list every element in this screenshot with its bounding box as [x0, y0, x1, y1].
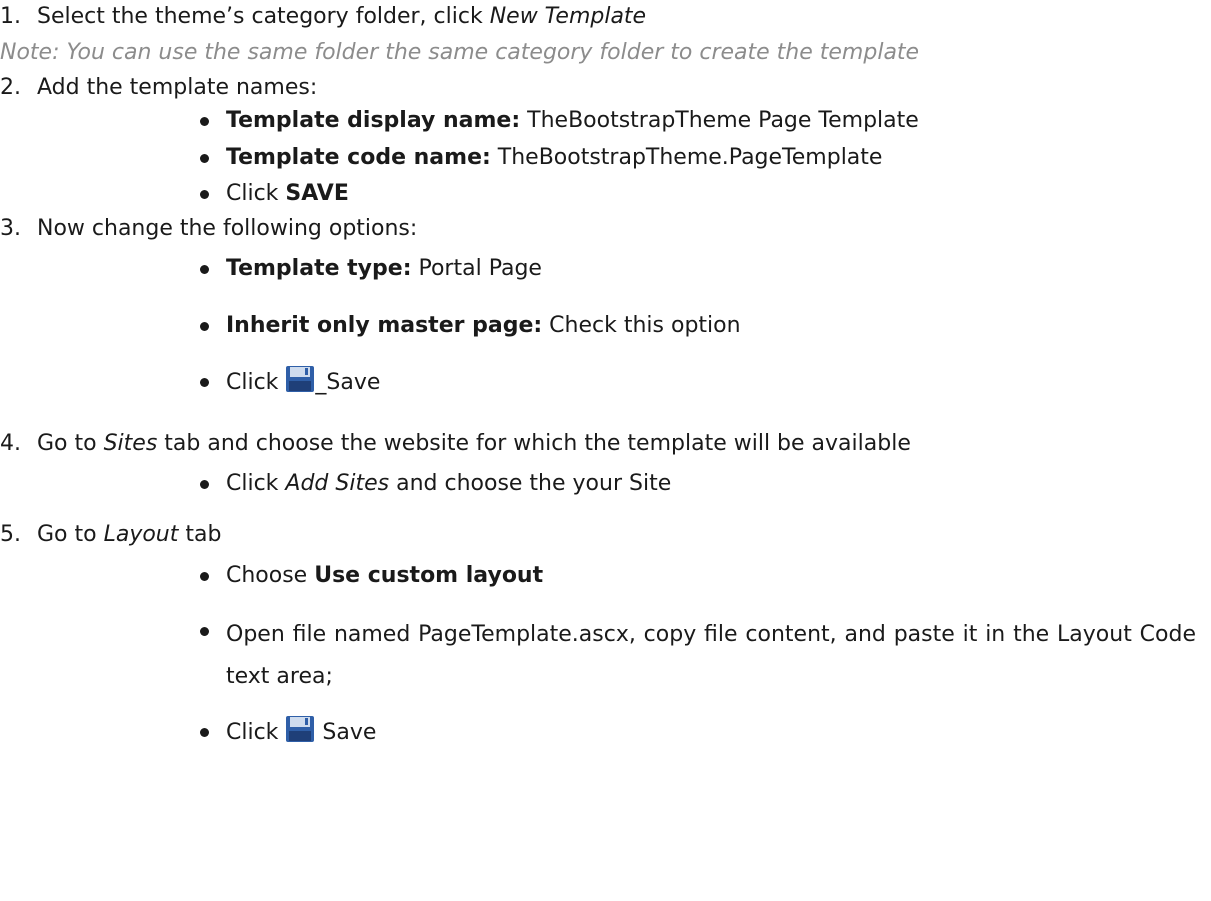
step-text: Go to — [37, 431, 104, 456]
floppy-disk-icon — [285, 365, 315, 402]
step-number: 5. — [0, 522, 21, 547]
step-number: 4. — [0, 431, 21, 456]
list-item: Template code name: TheBootstrapTheme.Pa… — [226, 143, 882, 173]
step-number: 2. — [0, 75, 21, 100]
item-text: Click — [226, 720, 286, 745]
step-text: Select the theme’s category folder, clic… — [37, 4, 490, 29]
list-item: Open file named PageTemplate.ascx, copy … — [226, 622, 1196, 689]
floppy-disk-icon — [285, 715, 315, 752]
list-item: Template display name: TheBootstrapTheme… — [226, 106, 919, 136]
step-emphasis: Layout — [103, 522, 179, 547]
list-item: Click Add Sites and choose the your Site — [226, 469, 671, 499]
bullet-dot — [200, 627, 209, 636]
step-text: tab and choose the website for which the… — [157, 431, 911, 456]
list-item: Click _Save — [226, 365, 380, 402]
item-text: TheBootstrapTheme.PageTemplate — [490, 145, 883, 170]
bullet-dot — [200, 265, 209, 274]
list-item: Click Save — [226, 715, 376, 752]
item-text: Save — [315, 720, 377, 745]
bold-label: SAVE — [285, 181, 349, 206]
bold-label: Template display name: — [226, 108, 521, 133]
bullet-dot — [200, 154, 209, 163]
list-item: Click SAVE — [226, 179, 349, 209]
item-emphasis: Add Sites — [285, 471, 390, 496]
bullet-dot — [200, 480, 209, 489]
step-emphasis: New Template — [489, 4, 647, 29]
bullet-dot — [200, 728, 209, 737]
bullet-dot — [200, 190, 209, 199]
note-text: Note: You can use the same folder the sa… — [0, 40, 920, 65]
item-text: _Save — [315, 370, 381, 395]
step-4: 4. Go to Sites tab and choose the website… — [0, 429, 911, 459]
step-text: Add the template names: — [37, 75, 318, 100]
step-text: tab — [178, 522, 222, 547]
bold-label: Template type: — [226, 256, 412, 281]
item-text: Click — [226, 471, 286, 496]
step-3: 3. Now change the following options: — [0, 214, 417, 244]
item-text: Choose — [226, 563, 315, 588]
step-2: 2. Add the template names: — [0, 73, 317, 103]
item-text: Click — [226, 181, 286, 206]
step-1: 1. Select the theme’s category folder, cl… — [0, 2, 646, 32]
step-number: 3. — [0, 216, 21, 241]
list-item: Inherit only master page: Check this opt… — [226, 311, 741, 341]
bullet-dot — [200, 117, 209, 126]
step-text: Now change the following options: — [37, 216, 418, 241]
item-text: TheBootstrapTheme Page Template — [520, 108, 919, 133]
list-item: Choose Use custom layout — [226, 561, 543, 591]
bold-label: Template code name: — [226, 145, 491, 170]
item-text: Portal Page — [411, 256, 542, 281]
list-item: Template type: Portal Page — [226, 254, 542, 284]
item-text: Click — [226, 370, 286, 395]
bold-label: Inherit only master page: — [226, 313, 543, 338]
step-text: Go to — [37, 522, 104, 547]
step-number: 1. — [0, 4, 21, 29]
step-emphasis: Sites — [103, 431, 158, 456]
bullet-dot — [200, 378, 209, 387]
step-5: 5. Go to Layout tab — [0, 520, 221, 550]
bullet-dot — [200, 572, 209, 581]
bold-label: Use custom layout — [314, 563, 544, 588]
bullet-dot — [200, 322, 209, 331]
item-text: Check this option — [542, 313, 741, 338]
item-text: and choose the your Site — [389, 471, 672, 496]
